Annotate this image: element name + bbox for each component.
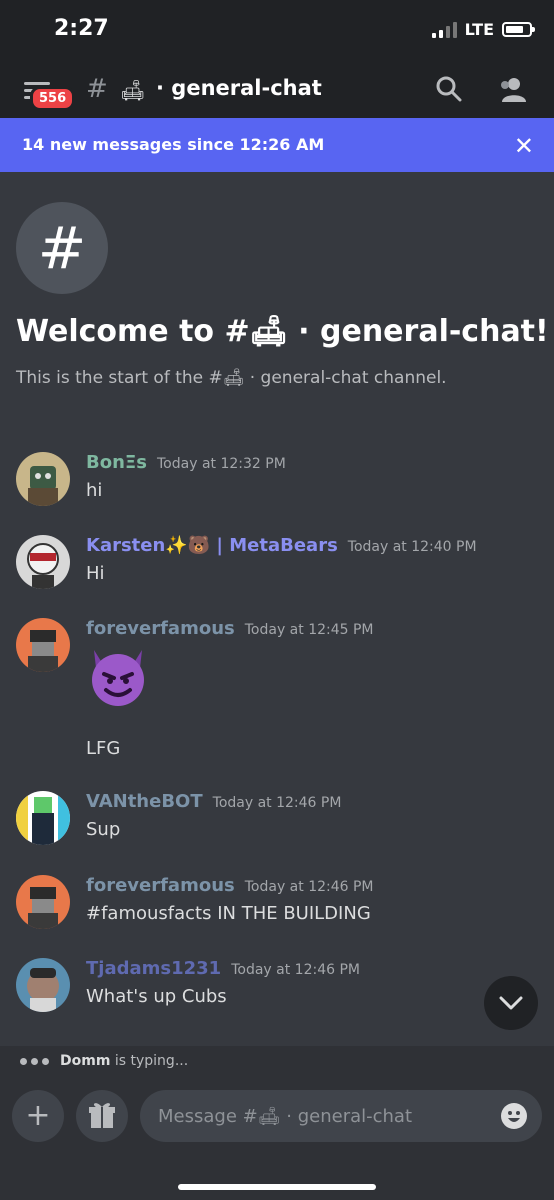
message-text: #famousfacts IN THE BUILDING [86, 903, 371, 924]
status-bar: 2:27 LTE [0, 0, 554, 62]
message-timestamp: Today at 12:46 PM [244, 879, 374, 895]
gift-icon [89, 1103, 115, 1128]
author-name[interactable]: foreverfamous [86, 618, 235, 639]
home-indicator [178, 1184, 376, 1190]
add-attachment-button[interactable]: + [12, 1090, 64, 1142]
message-header: Tjadams1231 Today at 12:46 PM [86, 958, 360, 979]
message-composer: + [0, 1078, 554, 1200]
message-text: hi [86, 480, 103, 501]
typing-text: Domm is typing... [60, 1053, 188, 1069]
avatar[interactable] [16, 618, 70, 672]
unread-badge: 556 [30, 86, 76, 111]
typing-suffix: is typing... [114, 1053, 189, 1069]
message-header: foreverfamous Today at 12:45 PM [86, 618, 374, 639]
signal-icon [431, 21, 457, 38]
message-timestamp: Today at 12:46 PM [231, 962, 360, 978]
avatar[interactable] [16, 452, 70, 506]
author-name[interactable]: foreverfamous [86, 875, 235, 896]
author-name[interactable]: BonΞs [86, 452, 147, 473]
message-text: What's up Cubs [86, 986, 227, 1007]
gift-button[interactable] [76, 1090, 128, 1142]
author-name[interactable]: Karsten✨🐻 | MetaBears [86, 535, 338, 556]
message-text: Hi [86, 563, 105, 584]
message-text: Sup [86, 819, 121, 840]
message-input[interactable] [140, 1090, 542, 1142]
author-name[interactable]: VANtheBOT [86, 791, 203, 812]
new-messages-text: 14 new messages since 12:26 AM [22, 135, 325, 154]
message-timestamp: Today at 12:32 PM [157, 456, 286, 472]
message-header: foreverfamous Today at 12:46 PM [86, 875, 374, 896]
message-timestamp: Today at 12:45 PM [244, 622, 374, 638]
close-icon[interactable]: ✕ [514, 132, 534, 160]
message-header: VANtheBOT Today at 12:46 PM [86, 791, 341, 812]
emoji-picker-icon[interactable] [500, 1102, 528, 1130]
channel-hash-icon: # [86, 74, 108, 104]
battery-icon [502, 22, 535, 37]
chevron-down-icon [499, 996, 523, 1010]
network-label: LTE [464, 20, 494, 39]
smiling-devil-emoji [92, 650, 144, 706]
message-header: BonΞs Today at 12:32 PM [86, 452, 286, 473]
channel-icon: # [16, 202, 108, 294]
status-indicators: LTE [431, 20, 535, 39]
new-messages-banner[interactable]: 14 new messages since 12:26 AM ✕ [0, 118, 554, 172]
jump-to-bottom-button[interactable] [484, 976, 538, 1030]
channel-emoji: 🛋 [120, 78, 146, 102]
avatar[interactable] [16, 875, 70, 929]
avatar[interactable] [16, 791, 70, 845]
message-header: Karsten✨🐻 | MetaBears Today at 12:40 PM [86, 535, 477, 556]
typing-user: Domm [60, 1053, 111, 1069]
channel-header: 556 # 🛋 · general-chat [0, 62, 554, 118]
channel-title[interactable]: · general-chat [156, 76, 322, 100]
message-timestamp: Today at 12:40 PM [347, 539, 477, 555]
status-time: 2:27 [54, 16, 109, 41]
search-icon[interactable] [436, 76, 462, 102]
message-text: LFG [86, 738, 121, 759]
avatar[interactable] [16, 958, 70, 1012]
author-name[interactable]: Tjadams1231 [86, 958, 221, 979]
typing-indicator: Domm is typing... [0, 1046, 554, 1078]
welcome-title: Welcome to #🛋 · general-chat! [16, 314, 549, 349]
typing-dots-icon [20, 1058, 49, 1065]
avatar[interactable] [16, 535, 70, 589]
message-timestamp: Today at 12:46 PM [212, 795, 342, 811]
members-icon[interactable] [498, 76, 528, 102]
welcome-subtitle: This is the start of the #🛋 · general-ch… [16, 368, 447, 388]
